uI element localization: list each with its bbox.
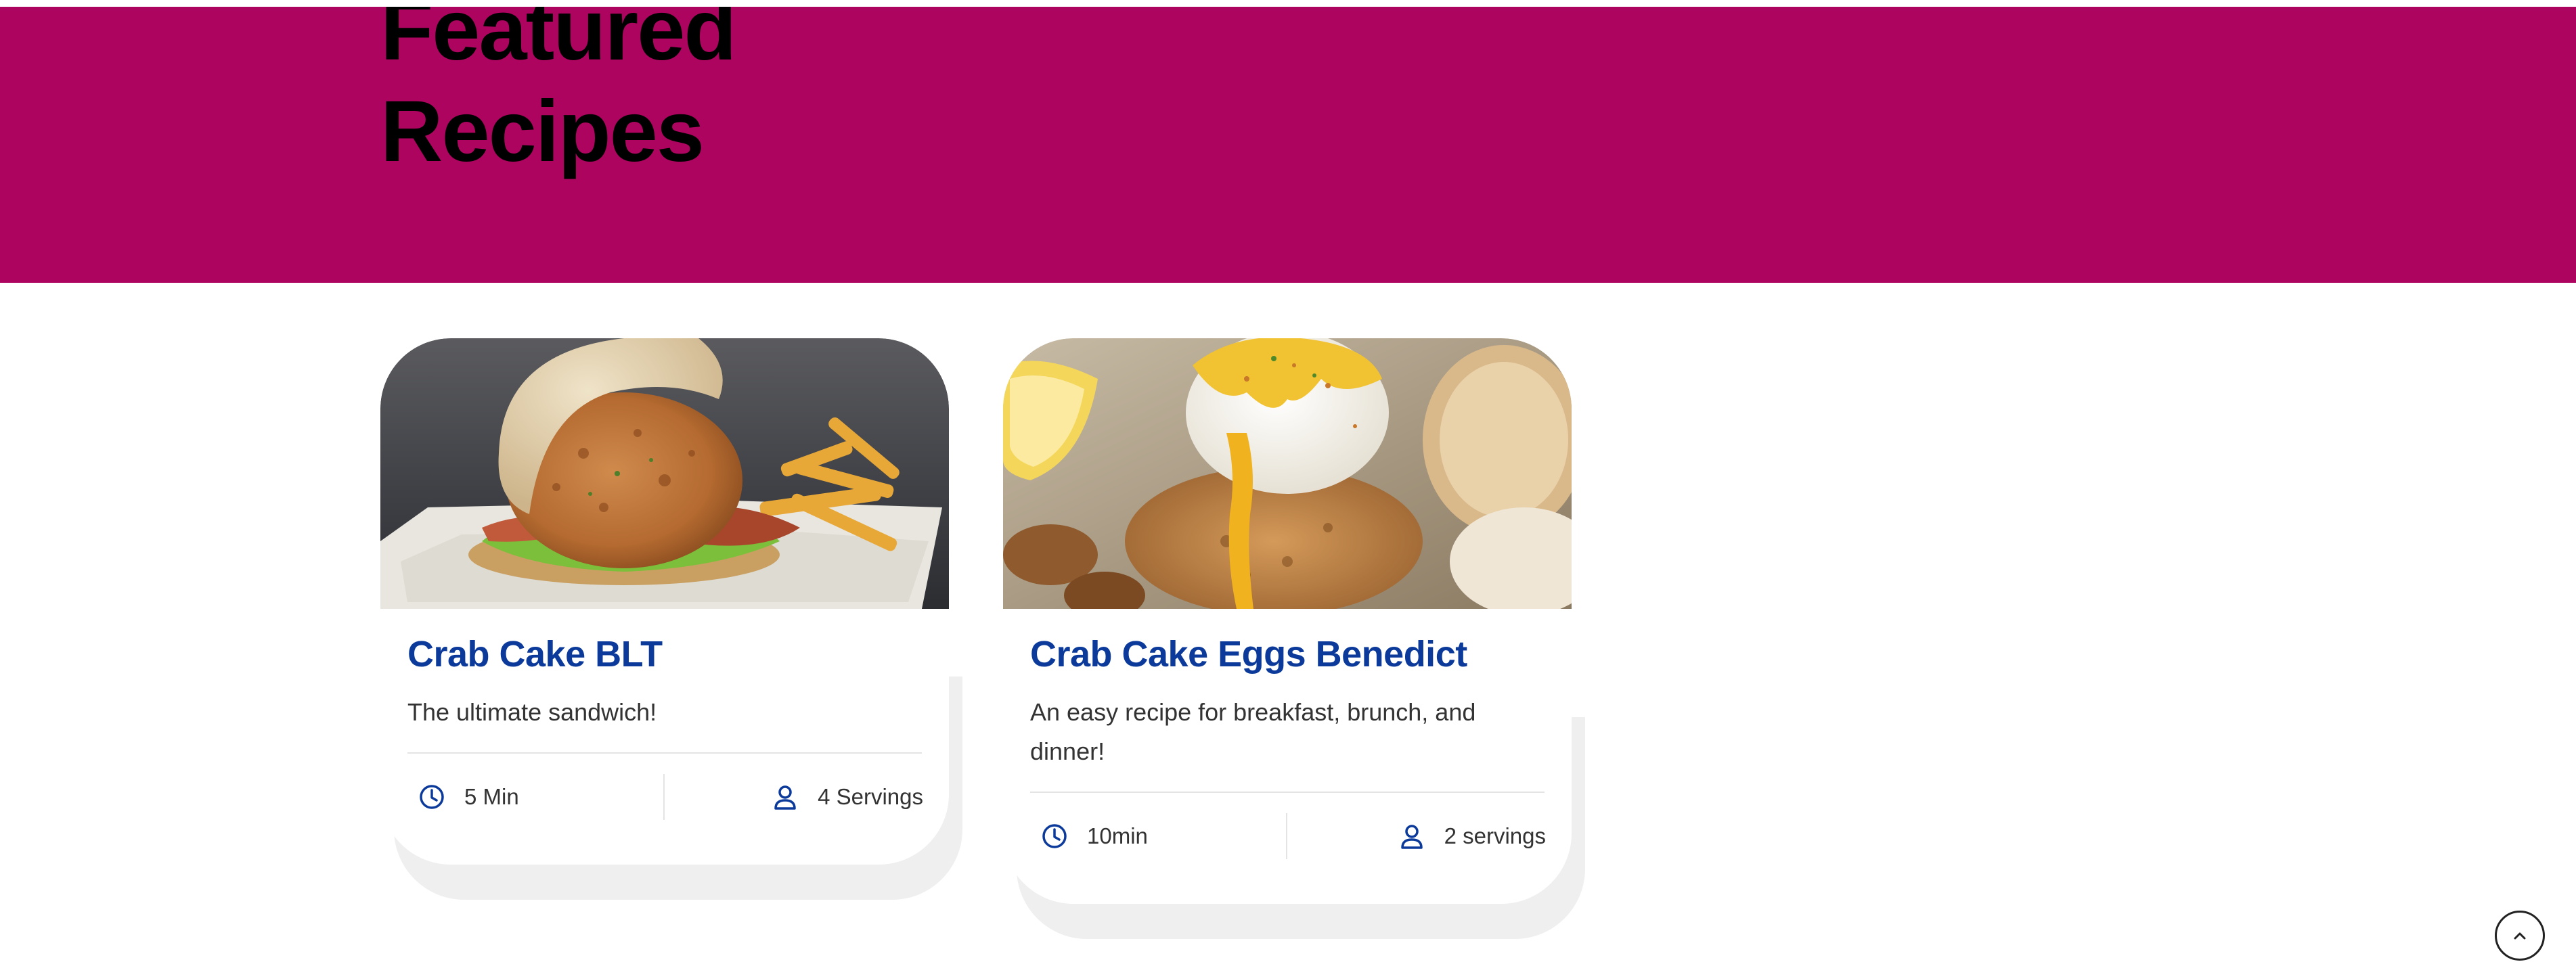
divider [407, 752, 922, 754]
top-strip [0, 0, 2576, 7]
recipe-title[interactable]: Crab Cake Eggs Benedict [1030, 631, 1467, 678]
chevron-up-icon [2514, 932, 2526, 940]
recipe-image[interactable] [380, 338, 949, 609]
recipe-servings: 2 servings [1398, 809, 1546, 863]
back-to-top-button[interactable] [2495, 911, 2545, 961]
recipe-time: 5 Min [418, 770, 519, 824]
page-title: Featured Recipes [380, 7, 922, 183]
recipe-description: The ultimate sandwich! [407, 698, 657, 726]
recipe-servings-value: 2 servings [1444, 823, 1546, 848]
clock-icon [1042, 824, 1067, 848]
recipe-servings-value: 4 Servings [818, 784, 923, 809]
recipe-time: 10min [1041, 809, 1148, 863]
recipe-meta: 5 Min 4 Servings [407, 770, 923, 824]
recipe-title[interactable]: Crab Cake BLT [407, 631, 663, 678]
meta-separator [1286, 813, 1287, 859]
recipe-description: An easy recipe for breakfast, brunch, an… [1030, 698, 1476, 765]
recipe-time-value: 5 Min [464, 784, 519, 809]
clock-icon [420, 785, 444, 809]
page-title-line-2: Recipes [380, 83, 705, 180]
recipe-meta: 10min 2 servings [1030, 809, 1546, 863]
meta-separator [663, 774, 665, 820]
recipe-servings: 4 Servings [772, 770, 923, 824]
recipe-time-value: 10min [1087, 823, 1148, 848]
recipe-image[interactable] [1003, 338, 1572, 609]
recipe-card[interactable]: Crab Cake Eggs Benedict An easy recipe f… [1003, 338, 1572, 904]
featured-hero: Featured Recipes [0, 7, 2576, 283]
page-title-line-1: Featured [380, 7, 737, 78]
recipe-card[interactable]: Crab Cake BLT The ultimate sandwich! 5 M… [380, 338, 949, 865]
crab-cake-blt-photo [380, 338, 949, 609]
divider [1030, 792, 1545, 793]
person-icon [774, 785, 796, 810]
person-icon [1400, 825, 1423, 849]
crab-cake-eggs-benedict-photo [1003, 338, 1572, 609]
